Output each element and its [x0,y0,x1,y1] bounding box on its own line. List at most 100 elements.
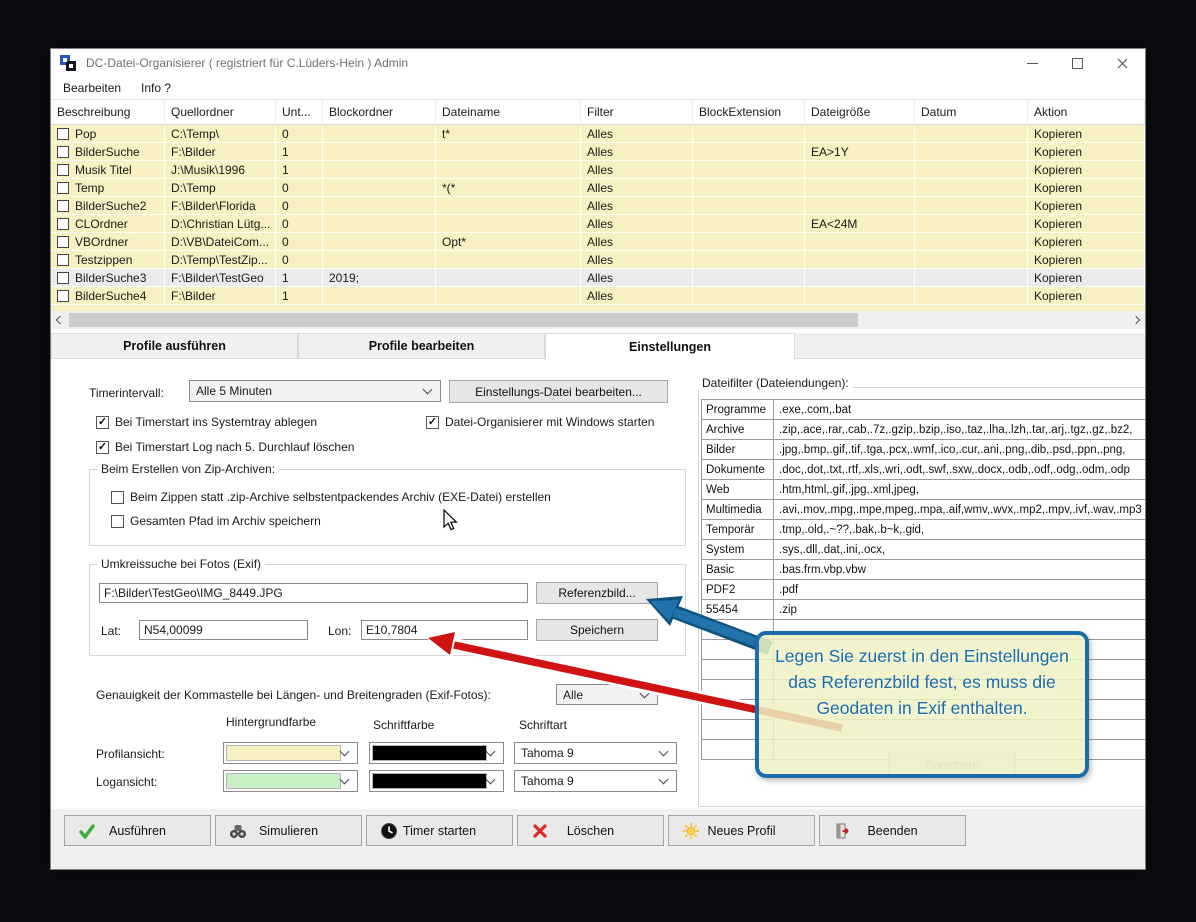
scroll-right-button[interactable] [1127,311,1145,329]
exif-speichern-button[interactable]: Speichern [536,619,658,641]
profile-row[interactable]: BilderSuche4F:\Bilder1AllesKopieren [51,287,1145,305]
menu-item[interactable]: Bearbeiten [53,78,131,98]
column-header[interactable]: Datum [915,100,1028,124]
cell [805,251,915,268]
profile-row[interactable]: PopC:\Temp\0t*AllesKopieren [51,125,1145,143]
close-button[interactable] [1100,49,1145,77]
column-header[interactable]: Dateigröße [805,100,915,124]
cell: EA<24M [805,215,915,232]
log-bgcolor-select[interactable] [223,770,358,792]
windows-start-checkbox[interactable]: Datei-Organisierer mit Windows starten [426,415,654,429]
column-header[interactable]: Dateiname [436,100,581,124]
cell [693,161,805,178]
filter-row[interactable]: Basic.bas.frm.vbp.vbw [702,560,1145,580]
profil-font-select[interactable]: Tahoma 9 [514,742,677,764]
filter-row[interactable]: Temporär.tmp,.old,.~??,.bak,.b~k,.gid, [702,520,1145,540]
zip-exe-checkbox[interactable]: Beim Zippen statt .zip-Archive selbstent… [111,490,551,504]
timer-starten-button[interactable]: Timer starten [366,815,513,846]
neues-profil-button[interactable]: Neues Profil [668,815,815,846]
row-checkbox[interactable] [57,146,69,158]
simulieren-button[interactable]: Simulieren [215,815,362,846]
cell: 0 [276,197,323,214]
tab-strip: Profile ausführenProfile bearbeitenEinst… [51,333,1145,359]
filter-row[interactable]: Programme.exe,.com,.bat [702,400,1145,420]
cell: 2019; [323,269,436,286]
filter-row[interactable]: Multimedia.avi,.mov,.mpg,.mpe,mpeg,.mpa,… [702,500,1145,520]
row-checkbox[interactable] [57,128,69,140]
filter-row[interactable]: Dokumente.doc,.dot,.txt,.rtf,.xls,.wri,.… [702,460,1145,480]
filter-row[interactable]: Archive.zip,.ace,.rar,.cab,.7z,.gzip,.bz… [702,420,1145,440]
timer-interval-select[interactable]: Alle 5 Minuten [189,380,441,402]
column-header[interactable]: Blockordner [323,100,436,124]
cell: 0 [276,125,323,142]
cell [323,233,436,250]
row-checkbox[interactable] [57,200,69,212]
filter-row[interactable]: Web.htm,html,.gif,.jpg,.xml,jpeg, [702,480,1145,500]
profile-row[interactable]: CLOrdnerD:\Christian Lütg...0AllesEA<24M… [51,215,1145,233]
cell: Musik Titel [51,161,165,178]
tab-einstellungen[interactable]: Einstellungen [545,333,795,360]
row-checkbox[interactable] [57,290,69,302]
lat-label: Lat: [101,624,121,638]
tab-profile-ausf-hren[interactable]: Profile ausführen [51,333,298,358]
cell [915,287,1028,304]
column-header[interactable]: BlockExtension [693,100,805,124]
scrollbar-thumb[interactable] [69,313,858,327]
row-checkbox[interactable] [57,236,69,248]
beenden-button[interactable]: Beenden [819,815,966,846]
action-button-label: Löschen [518,816,663,845]
lat-input[interactable] [139,620,308,640]
lon-input[interactable] [361,620,528,640]
filter-row[interactable]: 55454.zip [702,600,1145,620]
cell [805,269,915,286]
minimize-button[interactable] [1010,49,1055,77]
row-checkbox[interactable] [57,218,69,230]
cell: F:\Bilder [165,143,276,160]
filter-row[interactable]: Bilder.jpg,.bmp,.gif,.tif,.tga,.pcx,.wmf… [702,440,1145,460]
systray-checkbox[interactable]: Bei Timerstart ins Systemtray ablegen [96,415,317,429]
filter-row[interactable]: PDF2.pdf [702,580,1145,600]
tab-profile-bearbeiten[interactable]: Profile bearbeiten [298,333,545,358]
profile-row[interactable]: VBOrdnerD:\VB\DateiCom...0Opt*AllesKopie… [51,233,1145,251]
filter-row[interactable]: System.sys,.dll,.dat,.ini,.ocx, [702,540,1145,560]
profil-bgcolor-select[interactable] [223,742,358,764]
profil-fontcolor-select[interactable] [369,742,504,764]
profile-row[interactable]: Musik TitelJ:\Musik\19961AllesKopieren [51,161,1145,179]
row-checkbox[interactable] [57,182,69,194]
ausfuehren-button[interactable]: Ausführen [64,815,211,846]
cell [436,215,581,232]
referenzbild-path-input[interactable] [99,583,528,603]
profile-row[interactable]: TestzippenD:\Temp\TestZip...0AllesKopier… [51,251,1145,269]
log-font-select[interactable]: Tahoma 9 [514,770,677,792]
column-header[interactable]: Quellordner [165,100,276,124]
chevron-down-icon [340,775,350,785]
precision-select[interactable]: Alle [556,684,658,705]
column-header[interactable]: Aktion [1028,100,1145,124]
profile-row[interactable]: BilderSuche3F:\Bilder\TestGeo12019;Alles… [51,269,1145,287]
profile-row[interactable]: BilderSucheF:\Bilder1AllesEA>1YKopieren [51,143,1145,161]
scroll-left-button[interactable] [51,311,69,329]
profile-row[interactable]: TempD:\Temp0*(*AllesKopieren [51,179,1145,197]
column-header[interactable]: Beschreibung [51,100,165,124]
column-header[interactable]: Filter [581,100,693,124]
profile-row[interactable]: BilderSuche2F:\Bilder\Florida0AllesKopie… [51,197,1145,215]
fontname-header: Schriftart [519,718,567,732]
log-fontcolor-select[interactable] [369,770,504,792]
maximize-button[interactable] [1055,49,1100,77]
cell: Alles [581,233,693,250]
referenzbild-button[interactable]: Referenzbild... [536,582,658,604]
filter-name: Programme [702,400,774,419]
clear-log-checkbox[interactable]: Bei Timerstart Log nach 5. Durchlauf lös… [96,440,354,454]
edit-settings-file-button[interactable]: Einstellungs-Datei bearbeiten... [449,380,668,403]
zip-groupbox [89,469,686,546]
row-checkbox[interactable] [57,164,69,176]
loeschen-button[interactable]: Löschen [517,815,664,846]
zip-path-checkbox[interactable]: Gesamten Pfad im Archiv speichern [111,514,321,528]
column-header[interactable]: Unt... [276,100,323,124]
row-checkbox[interactable] [57,272,69,284]
horizontal-scrollbar[interactable] [51,311,1145,329]
row-checkbox[interactable] [57,254,69,266]
filter-extensions: .pdf [774,580,1145,599]
tooltip-callout: Legen Sie zuerst in den Einstellungen da… [755,631,1089,778]
menu-item[interactable]: Info ? [131,78,181,98]
